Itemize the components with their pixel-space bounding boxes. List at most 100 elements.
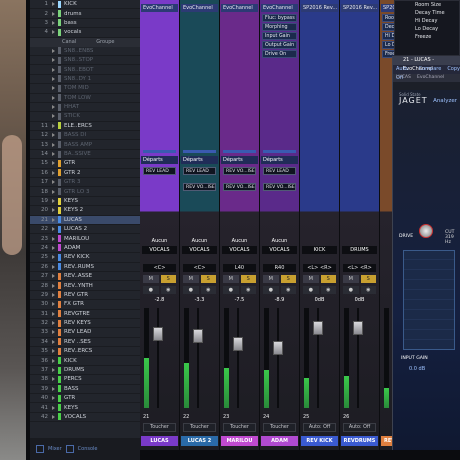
expand-triangle-icon[interactable] <box>52 58 55 63</box>
expand-triangle-icon[interactable] <box>52 67 55 72</box>
solo-button[interactable]: S <box>200 275 216 283</box>
expand-triangle-icon[interactable] <box>52 48 55 53</box>
volume-fader[interactable] <box>313 320 323 335</box>
track-row[interactable]: 28 REV..YNTH <box>30 281 140 291</box>
pan-control[interactable]: <L> <R> <box>303 264 336 272</box>
track-row[interactable]: 39 BASS <box>30 385 140 395</box>
track-name[interactable]: HHAT <box>64 104 79 110</box>
track-row[interactable]: 23 MARILOU <box>30 234 140 244</box>
mute-button[interactable]: M <box>183 275 199 283</box>
expand-triangle-icon[interactable] <box>52 386 55 391</box>
expand-triangle-icon[interactable] <box>52 368 55 373</box>
column-header-groupe[interactable]: Groupe <box>96 39 114 45</box>
menu-item[interactable]: Room Size <box>395 1 459 9</box>
plugin-auto-button[interactable]: Auto: Off <box>396 65 413 81</box>
channel-label[interactable]: REV KICK <box>301 436 338 446</box>
input-routing[interactable]: Aucun <box>182 238 217 245</box>
volume-fader[interactable] <box>353 320 363 335</box>
track-name[interactable]: REV GTR <box>64 292 88 298</box>
track-row[interactable]: 13 BASS AMP <box>30 140 140 150</box>
expand-triangle-icon[interactable] <box>52 11 55 16</box>
record-arm-button[interactable]: ● <box>263 286 279 294</box>
expand-triangle-icon[interactable] <box>52 76 55 81</box>
pan-control[interactable]: R40 <box>263 264 296 272</box>
channel-insert-name[interactable]: EvoChannel <box>221 4 258 12</box>
track-row[interactable]: 19 KEYS <box>30 197 140 207</box>
pan-control[interactable]: <L> <R> <box>343 264 376 272</box>
output-routing[interactable]: VOCALS <box>262 246 297 254</box>
solo-button[interactable]: S <box>160 275 176 283</box>
input-routing[interactable]: Aucun <box>262 238 297 245</box>
track-name[interactable]: SN8..DY 1 <box>64 76 91 82</box>
track-name[interactable]: PERCS <box>64 376 82 382</box>
send-slot[interactable]: REV VO...ISES <box>263 183 296 191</box>
column-header-canal[interactable]: Canal <box>62 39 76 45</box>
volume-fader[interactable] <box>273 340 283 355</box>
insert-param[interactable]: Morphing <box>262 23 297 31</box>
track-row[interactable]: 41 KEYS <box>30 403 140 413</box>
track-row[interactable]: SN8..EBOT <box>30 65 140 75</box>
expand-triangle-icon[interactable] <box>52 414 55 419</box>
track-name[interactable]: BASS AMP <box>64 142 92 148</box>
expand-triangle-icon[interactable] <box>52 302 55 307</box>
expand-triangle-icon[interactable] <box>52 20 55 25</box>
track-name[interactable]: LUCAS <box>64 217 82 223</box>
send-slot[interactable]: REV LEAD <box>143 167 176 175</box>
expand-triangle-icon[interactable] <box>52 199 55 203</box>
track-row[interactable]: 17 GTR 3 <box>30 178 140 188</box>
track-row[interactable]: SN8..DY 1 <box>30 75 140 85</box>
track-name[interactable]: REV KEYS <box>64 320 91 326</box>
expand-triangle-icon[interactable] <box>52 217 55 222</box>
mute-button[interactable]: M <box>223 275 239 283</box>
track-name[interactable]: GTR <box>64 395 75 401</box>
track-name[interactable]: bass <box>64 20 77 26</box>
track-row[interactable]: 24 ADAM <box>30 244 140 254</box>
track-name[interactable]: REV..YNTH <box>64 283 93 289</box>
track-row[interactable]: 20 KEYS 2 <box>30 206 140 216</box>
sends-header[interactable]: Départs <box>261 156 298 164</box>
expand-triangle-icon[interactable] <box>52 208 55 213</box>
track-row[interactable]: 32 REV KEYS <box>30 319 140 329</box>
menu-item[interactable]: Freeze <box>395 33 459 41</box>
cut-value[interactable]: 319 Hz <box>445 235 454 245</box>
automation-mode[interactable]: Auto: Off <box>303 423 336 432</box>
track-row[interactable]: 27 REV..ASSE <box>30 272 140 282</box>
channel-label[interactable]: LUCAS <box>141 436 178 446</box>
expand-triangle-icon[interactable] <box>52 396 55 401</box>
expand-triangle-icon[interactable] <box>52 236 55 241</box>
track-name[interactable]: GTR 2 <box>64 170 81 176</box>
output-routing[interactable]: VOCALS <box>182 246 217 254</box>
channel-insert-name[interactable]: EvoChannel <box>181 4 218 12</box>
solo-button[interactable]: S <box>280 275 296 283</box>
expand-triangle-icon[interactable] <box>52 330 55 335</box>
insert-param[interactable]: Drive On <box>262 50 297 58</box>
expand-triangle-icon[interactable] <box>52 2 55 7</box>
input-routing[interactable]: Aucun <box>222 238 257 245</box>
track-row[interactable]: 14 BA..SSIVE <box>30 150 140 160</box>
sends-header[interactable]: Départs <box>141 156 178 164</box>
track-row[interactable]: 4 vocals <box>30 28 140 38</box>
track-row[interactable]: 40 GTR <box>30 394 140 404</box>
expand-triangle-icon[interactable] <box>52 161 55 166</box>
record-arm-button[interactable]: ● <box>303 286 319 294</box>
plugin-copy-button[interactable]: Copy <box>447 65 460 74</box>
track-name[interactable]: KICK <box>64 1 77 7</box>
channel-label[interactable]: LUCAS 2 <box>181 436 218 446</box>
track-name[interactable]: MARILOU <box>64 236 89 242</box>
channel-insert-name[interactable]: EvoChannel <box>261 4 298 12</box>
expand-triangle-icon[interactable] <box>52 321 55 326</box>
expand-triangle-icon[interactable] <box>52 339 55 344</box>
track-row[interactable]: 3 bass <box>30 19 140 29</box>
send-slot[interactable]: REV VO...ISES <box>183 183 216 191</box>
plugin-title[interactable]: 21 - LUCAS - EvoChannel <box>393 56 460 72</box>
plugin-track-name[interactable]: LUCAS <box>396 74 411 82</box>
track-name[interactable]: SN8..ENBS <box>64 48 93 54</box>
track-row[interactable]: 11 ELE..ERCS <box>30 122 140 132</box>
automation-mode[interactable]: Toucher <box>223 423 256 432</box>
expand-triangle-icon[interactable] <box>52 349 55 354</box>
track-name[interactable]: TOM MID <box>64 85 89 91</box>
expand-triangle-icon[interactable] <box>52 152 55 157</box>
expand-triangle-icon[interactable] <box>52 292 55 297</box>
expand-triangle-icon[interactable] <box>52 405 55 410</box>
footer-console-label[interactable]: Console <box>78 446 98 452</box>
